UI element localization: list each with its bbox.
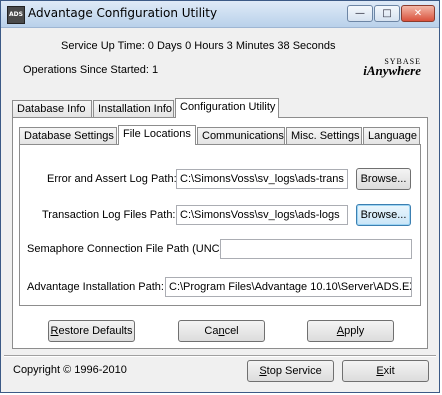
transaction-log-browse-button[interactable]: Browse...: [356, 204, 411, 226]
tab-database-settings[interactable]: Database Settings: [19, 127, 117, 145]
apply-button[interactable]: Apply: [307, 320, 394, 342]
restore-label: estore Defaults: [58, 325, 133, 337]
apply-label: pply: [344, 325, 365, 337]
cancel-label-rest: cel: [224, 325, 239, 337]
transaction-log-path-input[interactable]: C:\SimonsVoss\sv_logs\ads-logs: [176, 205, 348, 225]
tab-installation-info[interactable]: Installation Info: [93, 100, 174, 118]
apply-mnemonic: A: [336, 325, 345, 337]
exit-mnemonic: E: [376, 365, 384, 377]
error-log-path-input[interactable]: C:\SimonsVoss\sv_logs\ads-trans: [176, 169, 348, 189]
tab-language[interactable]: Language: [363, 127, 420, 145]
error-log-label: Error and Assert Log Path:: [47, 173, 177, 185]
window-title: Advantage Configuration Utility: [28, 6, 218, 20]
exit-button[interactable]: Exit: [342, 360, 429, 382]
footer-divider: [4, 355, 436, 357]
error-log-browse-button[interactable]: Browse...: [356, 168, 411, 190]
logo-bottom-text: iAnywhere: [363, 63, 421, 78]
sybase-logo: SYBASE iAnywhere: [351, 57, 421, 79]
tab-misc-settings[interactable]: Misc. Settings: [286, 127, 362, 145]
main-window: ADS Advantage Configuration Utility — □ …: [0, 0, 440, 393]
install-path-label: Advantage Installation Path:: [27, 281, 164, 293]
uptime-text: Service Up Time: 0 Days 0 Hours 3 Minute…: [61, 40, 336, 52]
stop-mnemonic: S: [259, 365, 267, 377]
stop-service-button[interactable]: Stop Service: [247, 360, 334, 382]
minimize-button[interactable]: —: [347, 5, 373, 22]
semaphore-label: Semaphore Connection File Path (UNC):: [27, 243, 227, 255]
tab-file-locations[interactable]: File Locations: [118, 125, 196, 145]
exit-label: xit: [383, 365, 395, 377]
operations-text: Operations Since Started: 1: [23, 64, 159, 76]
cancel-label-pre: Ca: [204, 325, 219, 337]
tab-configuration-utility[interactable]: Configuration Utility: [175, 98, 279, 118]
copyright-text: Copyright © 1996-2010: [13, 364, 127, 376]
title-bar[interactable]: ADS Advantage Configuration Utility — □ …: [1, 1, 439, 28]
install-path-input[interactable]: C:\Program Files\Advantage 10.10\Server\…: [165, 277, 412, 297]
tab-communications[interactable]: Communications: [197, 127, 285, 145]
stop-label: top Service: [266, 365, 322, 377]
cancel-button[interactable]: Cancel: [178, 320, 265, 342]
tab-database-info[interactable]: Database Info: [12, 100, 92, 118]
restore-defaults-button[interactable]: Restore Defaults: [48, 320, 135, 342]
maximize-button[interactable]: □: [374, 5, 400, 22]
close-button[interactable]: ✕: [401, 5, 435, 22]
transaction-log-label: Transaction Log Files Path:: [42, 209, 176, 221]
semaphore-path-input[interactable]: [220, 239, 412, 259]
app-icon: ADS: [7, 6, 25, 24]
